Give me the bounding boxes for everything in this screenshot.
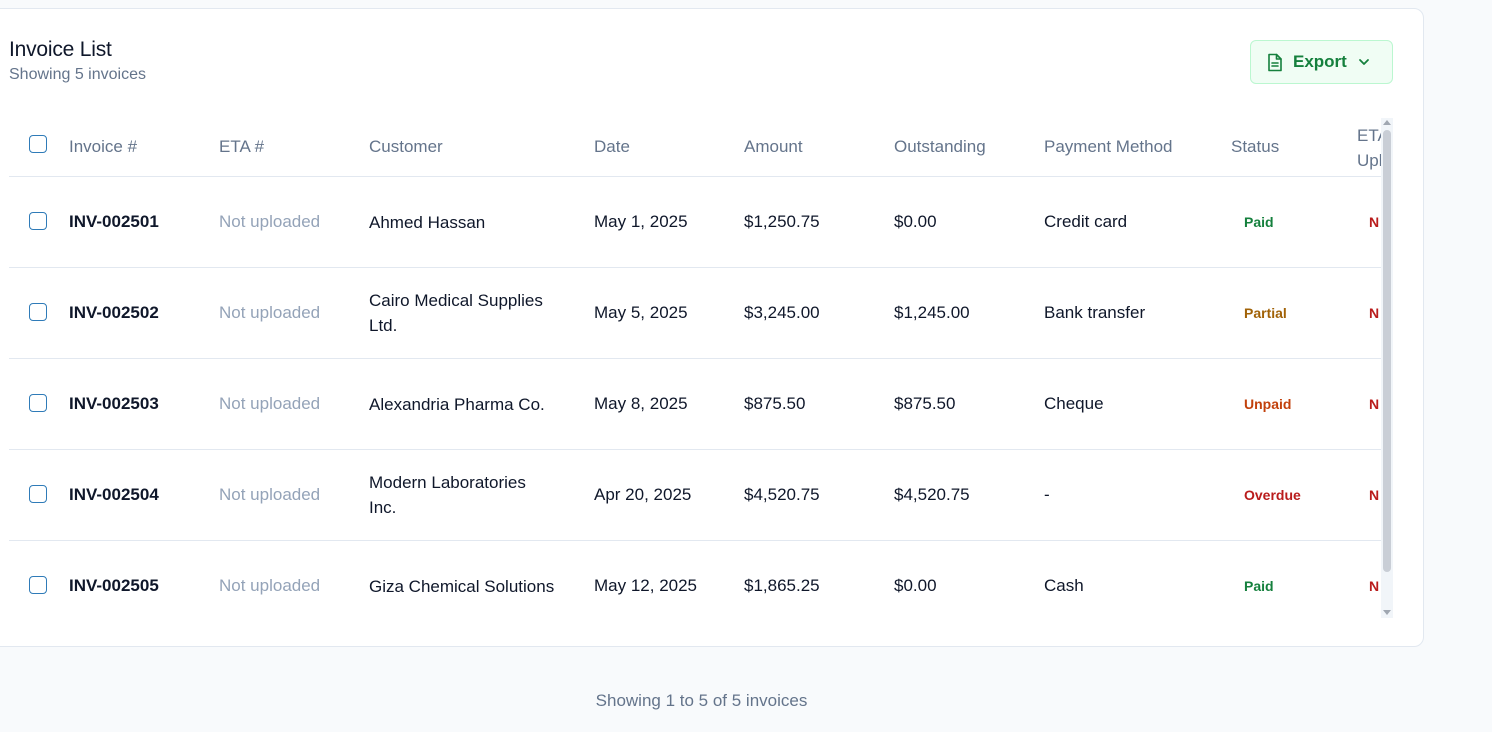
customer-name-line1: Cairo Medical Supplies — [369, 291, 543, 310]
invoice-amount: $4,520.75 — [744, 485, 820, 504]
customer-name-line2: Inc. — [369, 498, 397, 517]
payment-method: Cash — [1044, 576, 1084, 595]
row-checkbox[interactable] — [29, 485, 47, 503]
eta-number: Not uploaded — [219, 212, 321, 231]
pagination-summary: Showing 1 to 5 of 5 invoices — [595, 691, 808, 710]
invoice-date: May 5, 2025 — [594, 303, 688, 322]
row-checkbox[interactable] — [29, 394, 47, 412]
chevron-down-icon — [1357, 55, 1371, 69]
invoice-table: Invoice # ETA # Customer Date Amount Out… — [9, 118, 1394, 618]
invoice-count-subtitle: Showing 5 invoices — [9, 66, 146, 83]
invoice-amount: $875.50 — [744, 394, 806, 413]
invoice-number[interactable]: INV-002504 — [69, 450, 159, 540]
column-header-invoice[interactable]: Invoice # — [69, 118, 137, 176]
payment-method: Cheque — [1044, 394, 1104, 413]
page-title: Invoice List — [9, 38, 112, 61]
table-row[interactable]: INV-002504 Not uploaded Modern Laborator… — [9, 450, 1381, 541]
outstanding-amount: $875.50 — [894, 394, 956, 413]
table-header-row: Invoice # ETA # Customer Date Amount Out… — [9, 118, 1389, 177]
invoice-amount: $1,250.75 — [744, 212, 820, 231]
eta-upload-status: N — [1369, 578, 1380, 594]
outstanding-amount: $4,520.75 — [894, 485, 970, 504]
eta-upload-status: N — [1369, 305, 1380, 321]
invoice-date: Apr 20, 2025 — [594, 485, 692, 504]
column-header-status[interactable]: Status — [1231, 118, 1279, 176]
customer-name-line1: Giza Chemical Solutions — [369, 576, 555, 596]
scroll-down-arrow-icon[interactable] — [1383, 610, 1391, 615]
customer-name-line2: Ltd. — [369, 316, 398, 335]
row-checkbox[interactable] — [29, 576, 47, 594]
customer-name: Alexandria Pharma Co. — [369, 359, 569, 449]
row-checkbox[interactable] — [29, 303, 47, 321]
column-header-payment-method[interactable]: Payment Method — [1044, 118, 1173, 176]
table-row[interactable]: INV-002502 Not uploaded Cairo Medical Su… — [9, 268, 1381, 359]
customer-name-line1: Alexandria Pharma Co. — [369, 394, 545, 414]
invoice-date: May 8, 2025 — [594, 394, 688, 413]
select-all-checkbox[interactable] — [29, 135, 47, 153]
customer-name: Giza Chemical Solutions — [369, 541, 569, 618]
eta-number: Not uploaded — [219, 303, 321, 322]
invoice-number[interactable]: INV-002503 — [69, 359, 159, 449]
row-checkbox[interactable] — [29, 212, 47, 230]
invoice-date: May 12, 2025 — [594, 576, 698, 595]
customer-name-line1: Ahmed Hassan — [369, 212, 486, 232]
customer-name-line1: Modern Laboratories — [369, 473, 526, 492]
table-row[interactable]: INV-002503 Not uploaded Alexandria Pharm… — [9, 359, 1381, 450]
invoice-amount: $1,865.25 — [744, 576, 820, 595]
eta-upload-status: N — [1369, 214, 1380, 230]
column-header-date[interactable]: Date — [594, 118, 630, 176]
scrollbar-thumb[interactable] — [1383, 130, 1391, 572]
customer-name: Ahmed Hassan — [369, 177, 569, 267]
export-label: Export — [1293, 52, 1347, 71]
outstanding-amount: $0.00 — [894, 576, 937, 595]
payment-method: Credit card — [1044, 212, 1128, 231]
invoice-number[interactable]: INV-002502 — [69, 268, 159, 358]
column-header-customer[interactable]: Customer — [369, 118, 443, 176]
payment-method: Bank transfer — [1044, 303, 1146, 322]
status-badge: Overdue — [1244, 487, 1301, 503]
column-header-eta[interactable]: ETA # — [219, 118, 264, 176]
status-badge: Paid — [1244, 214, 1274, 230]
status-badge: Partial — [1244, 305, 1287, 321]
export-button[interactable]: Export — [1250, 40, 1393, 84]
eta-upload-status: N — [1369, 487, 1380, 503]
invoice-date: May 1, 2025 — [594, 212, 688, 231]
eta-number: Not uploaded — [219, 576, 321, 595]
invoice-number[interactable]: INV-002505 — [69, 541, 159, 618]
column-header-outstanding[interactable]: Outstanding — [894, 118, 986, 176]
outstanding-amount: $1,245.00 — [894, 303, 970, 322]
status-badge: Paid — [1244, 578, 1274, 594]
column-header-amount[interactable]: Amount — [744, 118, 803, 176]
document-icon — [1267, 53, 1283, 72]
eta-number: Not uploaded — [219, 394, 321, 413]
table-scrollbar[interactable] — [1381, 118, 1393, 618]
invoice-number[interactable]: INV-002501 — [69, 177, 159, 267]
customer-name: Modern Laboratories Inc. — [369, 450, 569, 540]
outstanding-amount: $0.00 — [894, 212, 937, 231]
status-badge: Unpaid — [1244, 396, 1292, 412]
eta-number: Not uploaded — [219, 485, 321, 504]
customer-name: Cairo Medical Supplies Ltd. — [369, 268, 569, 358]
payment-method: - — [1044, 485, 1050, 504]
table-row[interactable]: INV-002505 Not uploaded Giza Chemical So… — [9, 541, 1381, 618]
table-row[interactable]: INV-002501 Not uploaded Ahmed Hassan May… — [9, 177, 1381, 268]
invoice-amount: $3,245.00 — [744, 303, 820, 322]
eta-upload-status: N — [1369, 396, 1380, 412]
scroll-up-arrow-icon[interactable] — [1383, 120, 1391, 125]
